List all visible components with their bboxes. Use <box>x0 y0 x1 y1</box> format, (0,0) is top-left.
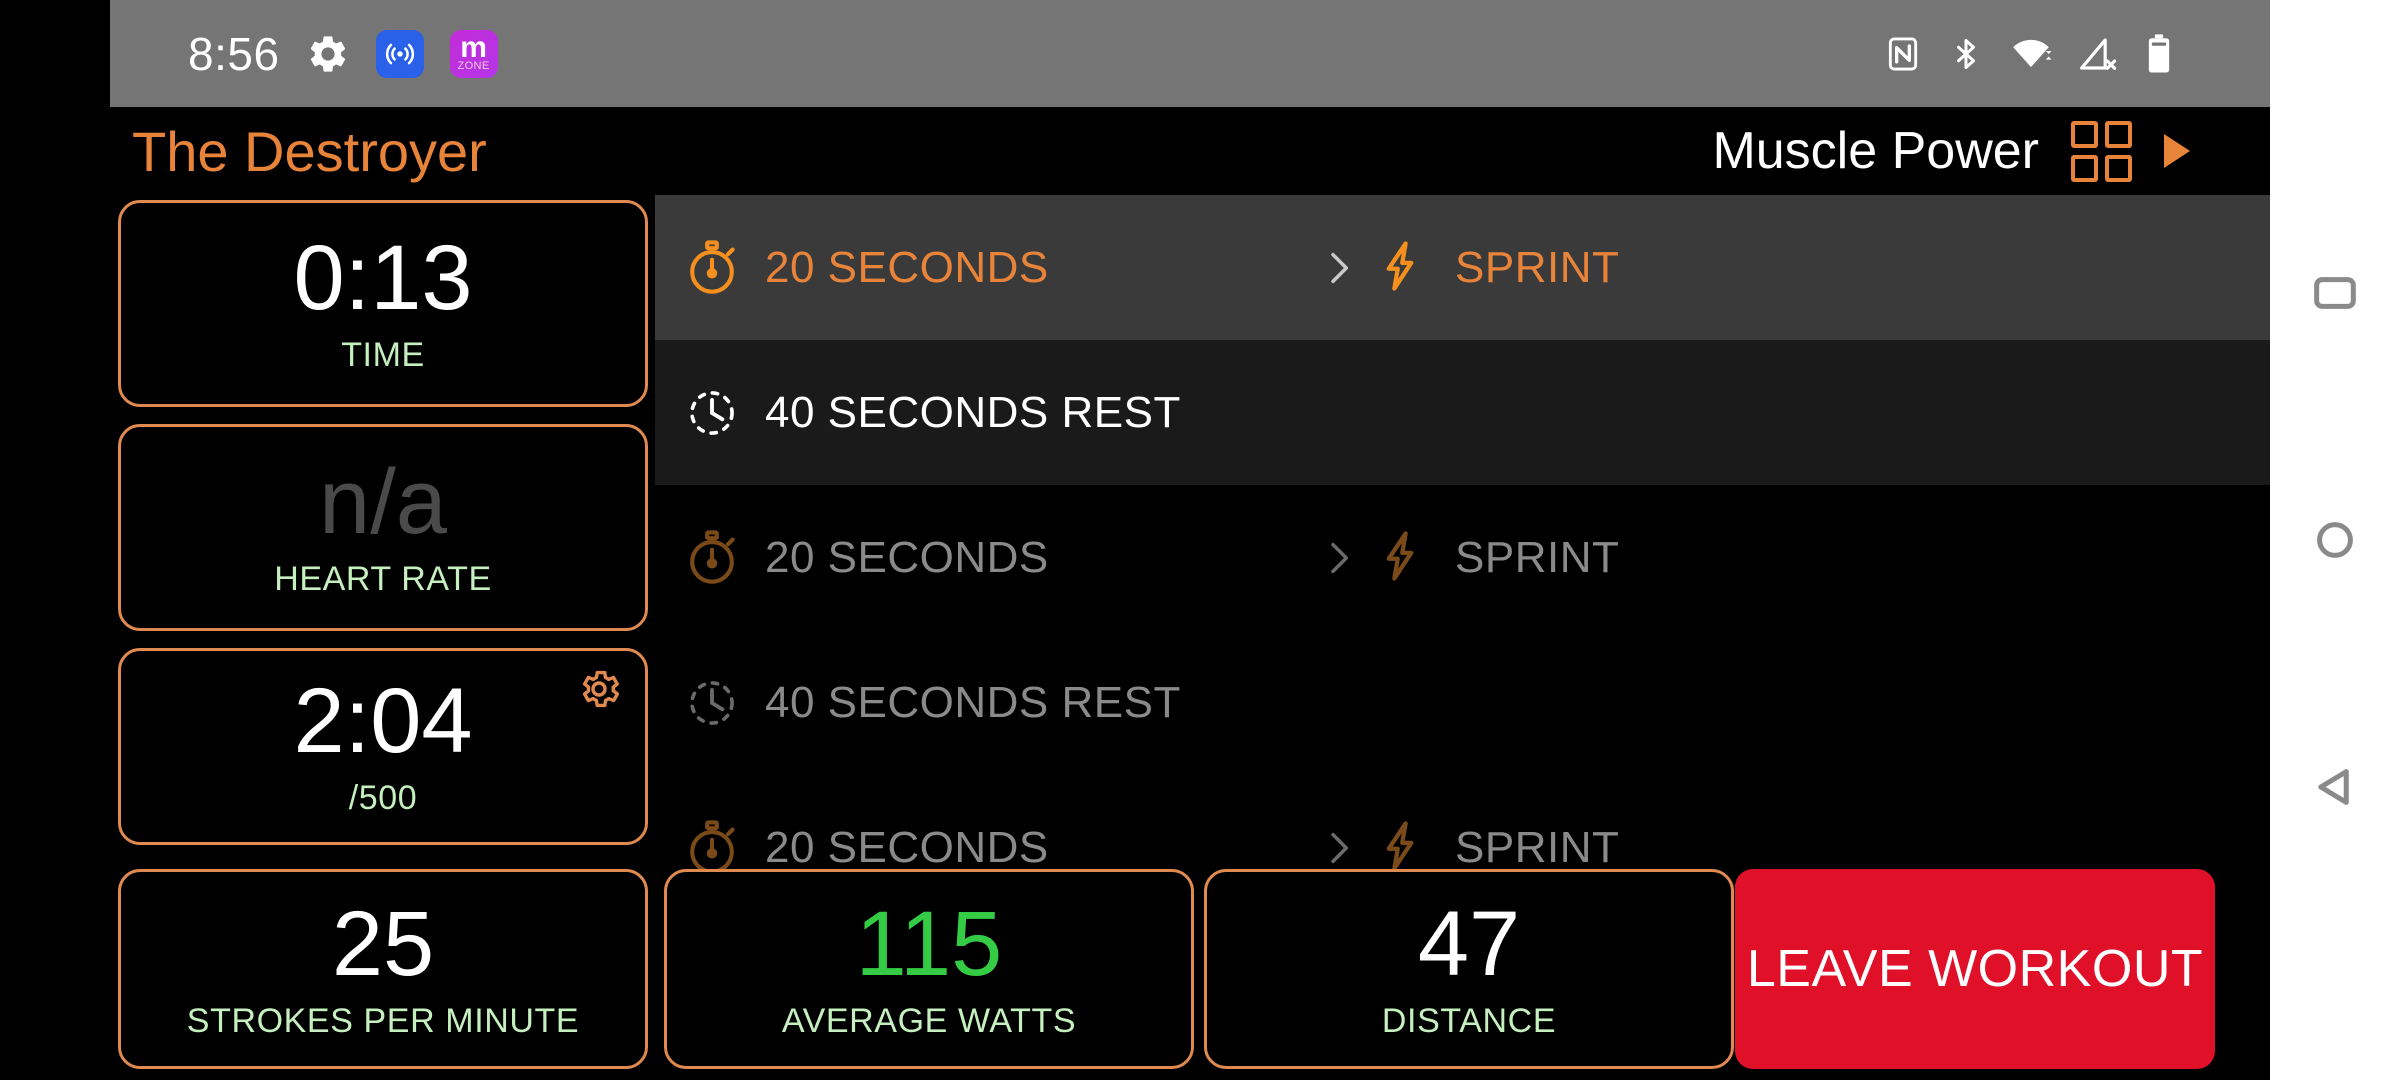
stat-label: AVERAGE WATTS <box>781 1001 1077 1040</box>
stat-card-strokes-per-minute[interactable]: 25 STROKES PER MINUTE <box>118 869 648 1069</box>
interval-effort: SPRINT <box>1373 239 1619 297</box>
grid-cell <box>2105 154 2132 182</box>
interval-effort-label: SPRINT <box>1455 532 1620 582</box>
app-header: The Destroyer Muscle Power <box>110 107 2270 195</box>
chevron-right-icon <box>1303 244 1373 292</box>
battery-icon <box>2144 33 2174 75</box>
stat-card-pace[interactable]: 2:04 /500 <box>118 648 648 845</box>
lightning-bolt-icon <box>1373 239 1431 297</box>
stat-label: HEART RATE <box>274 560 492 598</box>
stat-value: 2:04 <box>293 670 473 772</box>
left-gutter <box>0 0 110 1080</box>
interval-duration: 40 SECONDS REST <box>683 384 1303 442</box>
status-clock: 8:56 <box>188 27 280 80</box>
chevron-right-icon <box>1303 824 1373 872</box>
grid-cell <box>2105 120 2132 148</box>
myzone-sub: ZONE <box>457 59 490 72</box>
back-button[interactable] <box>2307 759 2363 815</box>
clock-rest-icon <box>683 674 741 732</box>
interval-duration: 20 SECONDS <box>683 239 1303 297</box>
stat-value: 115 <box>855 892 1003 995</box>
stat-card-average-watts[interactable]: 115 AVERAGE WATTS <box>664 869 1194 1069</box>
recents-button[interactable] <box>2307 265 2363 321</box>
cellular-off-icon <box>2078 34 2118 74</box>
leave-workout-button[interactable]: LEAVE WORKOUT <box>1735 869 2215 1069</box>
page-title: The Destroyer <box>132 119 487 183</box>
interval-duration-label: 40 SECONDS REST <box>765 387 1181 437</box>
chevron-right-icon <box>1303 534 1373 582</box>
stopwatch-icon <box>683 529 741 587</box>
home-button[interactable] <box>2307 512 2363 568</box>
interval-duration-label: 20 SECONDS <box>765 532 1049 582</box>
app-screen: 8:56 m ZONE The Destroyer Muscle Power 2… <box>0 0 2400 1080</box>
gear-icon[interactable] <box>306 32 350 76</box>
stat-label: /500 <box>348 779 418 817</box>
gear-icon[interactable] <box>575 665 623 713</box>
stat-value: n/a <box>319 451 447 553</box>
interval-effort-label: SPRINT <box>1455 822 1620 872</box>
interval-duration-label: 20 SECONDS <box>765 822 1049 872</box>
stopwatch-icon <box>683 819 741 877</box>
clock-rest-icon <box>683 384 741 442</box>
stopwatch-icon <box>683 239 741 297</box>
stat-value: 25 <box>331 892 435 995</box>
grid-cell <box>2071 154 2098 182</box>
nfc-icon <box>1884 35 1922 73</box>
stat-card-heart-rate[interactable]: n/a HEART RATE <box>118 424 648 631</box>
lightning-bolt-icon <box>1373 819 1431 877</box>
interval-duration: 20 SECONDS <box>683 819 1303 877</box>
interval-duration-label: 20 SECONDS <box>765 242 1049 292</box>
list-item[interactable]: 40 SECONDS REST <box>655 630 2270 775</box>
interval-duration: 40 SECONDS REST <box>683 674 1303 732</box>
stat-label: TIME <box>341 336 425 374</box>
cast-icon[interactable] <box>375 29 424 78</box>
status-bar-left: 8:56 m ZONE <box>110 27 498 81</box>
stat-label: DISTANCE <box>1381 1001 1557 1040</box>
status-bar-right <box>1884 33 2270 75</box>
stat-value: 0:13 <box>293 227 473 329</box>
grid-cell <box>2071 120 2098 148</box>
interval-duration-label: 40 SECONDS REST <box>765 677 1181 727</box>
stat-value: 47 <box>1417 892 1521 995</box>
interval-effort: SPRINT <box>1373 819 1619 877</box>
status-bar: 8:56 m ZONE <box>110 0 2270 107</box>
section-name: Muscle Power <box>1712 122 2039 180</box>
interval-effort: SPRINT <box>1373 529 1619 587</box>
myzone-app-icon[interactable]: m ZONE <box>449 29 498 78</box>
list-item[interactable]: 20 SECONDS SPRINT <box>655 195 2270 340</box>
lightning-bolt-icon <box>1373 529 1431 587</box>
myzone-letter: m <box>460 31 487 65</box>
app-header-right: Muscle Power <box>1712 120 2270 182</box>
wifi-icon <box>2010 33 2052 75</box>
bluetooth-icon <box>1948 36 1984 72</box>
interval-duration: 20 SECONDS <box>683 529 1303 587</box>
android-nav-bar <box>2270 0 2400 1080</box>
list-item[interactable]: 40 SECONDS REST <box>655 340 2270 485</box>
interval-effort-label: SPRINT <box>1455 242 1620 292</box>
list-item[interactable]: 20 SECONDS SPRINT <box>655 485 2270 630</box>
stat-card-distance[interactable]: 47 DISTANCE <box>1204 869 1734 1069</box>
play-icon[interactable] <box>2164 134 2190 168</box>
grid-view-icon[interactable] <box>2071 120 2132 182</box>
stat-card-time[interactable]: 0:13 TIME <box>118 200 648 407</box>
stat-label: STROKES PER MINUTE <box>186 1001 580 1040</box>
